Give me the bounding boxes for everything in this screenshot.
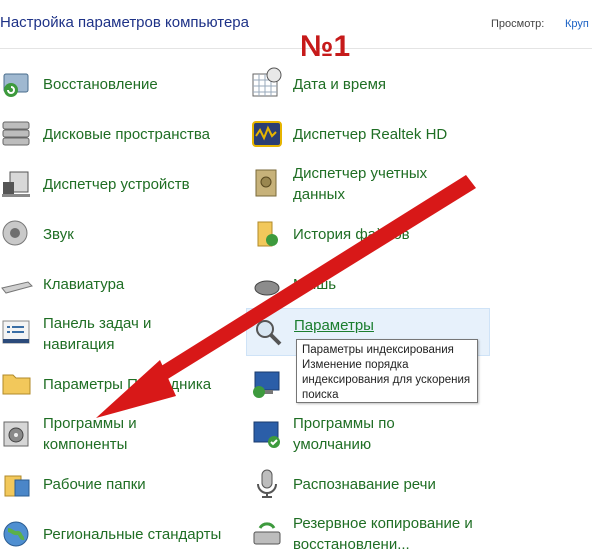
keyboard-icon (1, 281, 33, 294)
device-manager-icon (2, 171, 30, 197)
item-label: Региональные стандарты (43, 526, 222, 543)
mouse-icon (254, 280, 280, 296)
remote-desktop-icon (253, 371, 280, 398)
folder-options-icon (2, 374, 31, 395)
item-label: Параметры (294, 317, 374, 334)
item-label: Распознавание речи (293, 476, 436, 493)
item-label: История файлов (293, 226, 410, 243)
item-label: Диспетчер учетных данных (293, 165, 428, 203)
recovery-icon (3, 73, 29, 97)
speaker-icon (2, 220, 28, 246)
item-recovery[interactable]: Восстановление (0, 62, 240, 106)
storage-spaces-icon (2, 121, 30, 146)
microphone-icon (257, 469, 277, 498)
item-date-time[interactable]: Дата и время (250, 62, 490, 106)
tooltip-line: Параметры индексирования (302, 344, 454, 356)
file-history-icon (257, 221, 278, 247)
item-mouse[interactable]: Мышь (250, 262, 490, 306)
backup-restore-icon (253, 522, 281, 545)
item-label: Диспетчер Realtek HD (293, 126, 448, 143)
annotation-label: №1 (300, 30, 351, 63)
item-label: Дата и время (293, 76, 387, 93)
item-storage-spaces[interactable]: Дисковые пространства (0, 112, 240, 156)
item-label: Программы и компоненты (43, 415, 137, 453)
tooltip-line: поиска (302, 389, 339, 401)
item-device-manager[interactable]: Диспетчер устройств (0, 162, 240, 206)
item-label: Клавиатура (43, 276, 125, 293)
item-label: Программы по умолчанию (293, 415, 395, 453)
item-label: Восстановление (43, 76, 158, 93)
default-programs-icon (253, 421, 280, 448)
item-credential-manager[interactable]: Диспетчер учетных данных (250, 162, 490, 206)
item-programs-features[interactable]: Программы и компоненты (0, 412, 240, 456)
realtek-audio-icon (252, 121, 282, 147)
item-keyboard[interactable]: Клавиатура (0, 262, 240, 306)
indexing-tooltip: Параметры индексирования Изменение поряд… (296, 339, 478, 403)
item-label: Панель задач и навигация (43, 315, 152, 353)
item-label: Диспетчер устройств (43, 176, 190, 193)
item-realtek-hd[interactable]: Диспетчер Realtek HD (250, 112, 490, 156)
programs-icon (3, 421, 29, 447)
region-icon (3, 521, 29, 547)
credential-manager-icon (255, 169, 277, 197)
item-speech-recognition[interactable]: Распознавание речи (250, 462, 490, 506)
page-title: Настройка параметров компьютера (0, 14, 249, 31)
taskbar-icon (2, 320, 30, 344)
item-label: Звук (43, 226, 74, 243)
item-label: Дисковые пространства (43, 126, 211, 143)
tooltip-line: Изменение порядка (302, 359, 409, 371)
view-label: Просмотр: (491, 18, 545, 30)
header-divider (0, 48, 592, 49)
item-file-history[interactable]: История файлов (250, 212, 490, 256)
view-dropdown[interactable]: Круп (565, 18, 589, 30)
item-label: Параметры Проводника (43, 376, 212, 393)
calendar-clock-icon (252, 67, 282, 97)
item-folder-options[interactable]: Параметры Проводника (0, 362, 240, 406)
item-taskbar[interactable]: Панель задач и навигация (0, 312, 240, 356)
item-backup-restore[interactable]: Резервное копирование и восстановлени... (250, 512, 490, 556)
item-default-programs[interactable]: Программы по умолчанию (250, 412, 490, 456)
tooltip-line: индексирования для ускорения (302, 374, 471, 386)
item-sound[interactable]: Звук (0, 212, 240, 256)
item-work-folders[interactable]: Рабочие папки (0, 462, 240, 506)
item-label: Мышь (293, 276, 337, 293)
item-label: Рабочие папки (43, 476, 146, 493)
work-folders-icon (4, 475, 30, 497)
item-region[interactable]: Региональные стандарты (0, 512, 240, 556)
indexing-icon (256, 320, 282, 346)
